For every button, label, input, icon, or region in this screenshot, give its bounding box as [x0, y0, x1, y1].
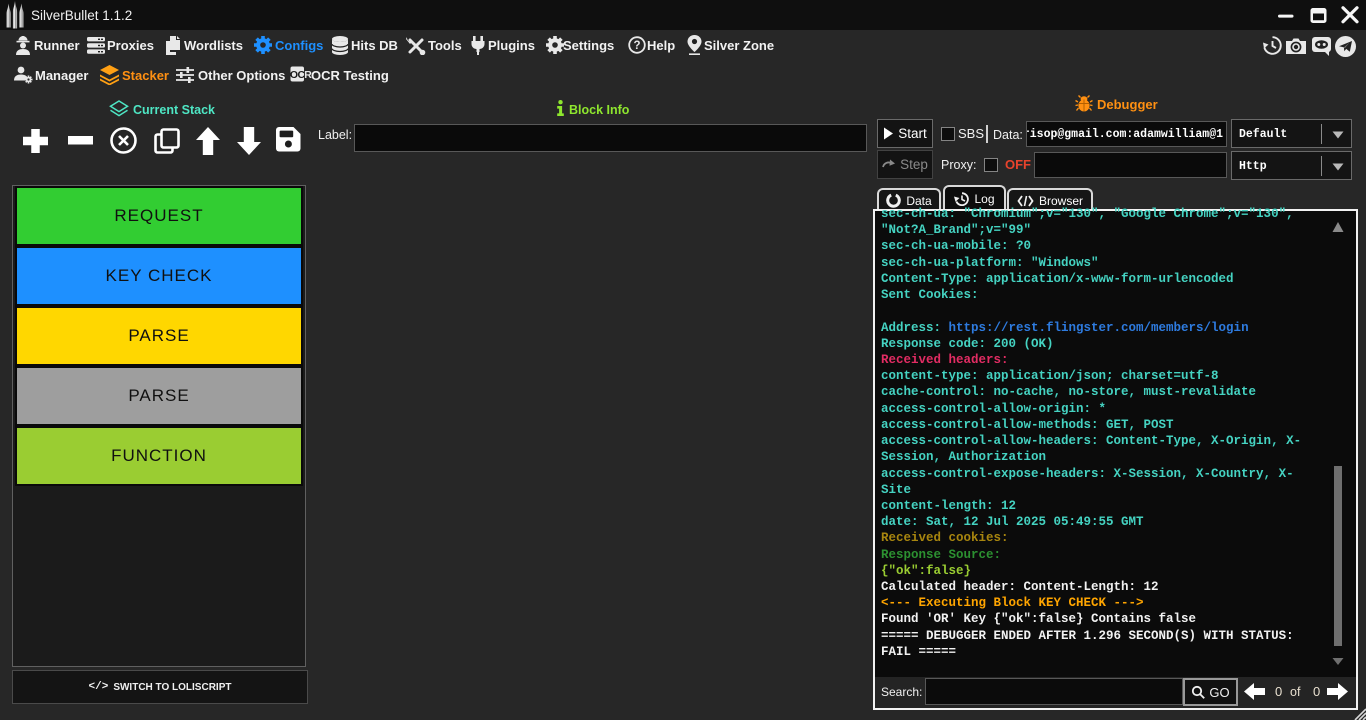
svg-text:OC: OC	[290, 69, 305, 81]
svg-text:?: ?	[633, 40, 640, 52]
